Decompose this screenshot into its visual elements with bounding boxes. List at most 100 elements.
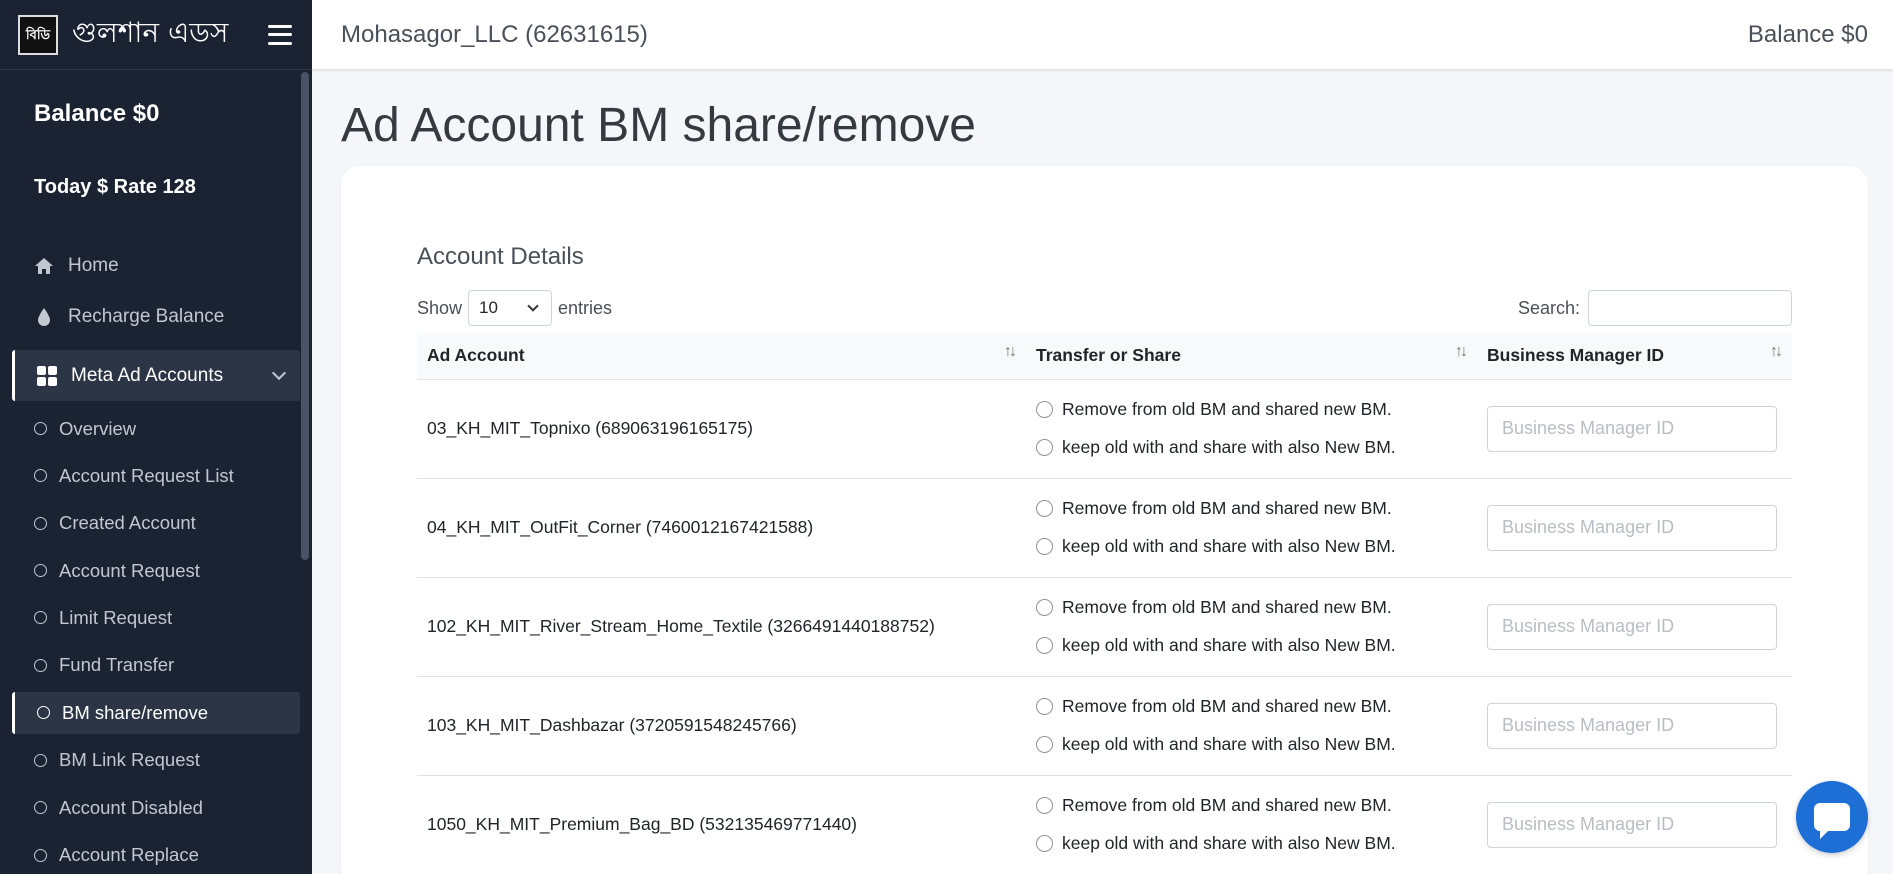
sidebar-item-account-request-list[interactable]: Account Request List — [0, 452, 312, 499]
bm-id-input[interactable] — [1487, 603, 1777, 650]
circle-icon — [34, 801, 47, 815]
sidebar-item-label: Account Disabled — [59, 796, 203, 818]
radio-button[interactable] — [1036, 637, 1053, 654]
radio-button[interactable] — [1036, 538, 1053, 555]
radio-button[interactable] — [1036, 401, 1053, 418]
sidebar-item-account-disabled[interactable]: Account Disabled — [0, 784, 312, 831]
sidebar-item-label: Recharge Balance — [68, 305, 225, 327]
sort-icon: ↑↓ — [1770, 343, 1783, 360]
sidebar-item-label: BM share/remove — [62, 701, 208, 723]
sidebar-balance: Balance $0 — [34, 100, 160, 127]
option-keep[interactable]: keep old with and share with also New BM… — [1036, 825, 1467, 863]
bm-id-input[interactable] — [1487, 702, 1777, 749]
account-name: Mohasagor_LLC (62631615) — [341, 20, 648, 48]
sidebar-item-meta-ad-accounts[interactable]: Meta Ad Accounts — [12, 350, 300, 401]
bm-id-cell — [1477, 379, 1792, 479]
transfer-cell: Remove from old BM and shared new BM. ke… — [1026, 775, 1477, 874]
option-keep[interactable]: keep old with and share with also New BM… — [1036, 528, 1467, 566]
brand-logo[interactable]: বিডি — [18, 14, 58, 55]
sidebar-nav: Home Recharge Balance Meta Ad Accounts — [0, 240, 312, 401]
chat-button[interactable] — [1796, 781, 1868, 853]
brand-bar: বিডি গুলশান এডস — [0, 0, 312, 70]
entries-value: 10 — [479, 298, 498, 317]
table-row: 04_KH_MIT_OutFit_Corner (746001216742158… — [417, 478, 1792, 578]
sidebar-item-label: Fund Transfer — [59, 654, 175, 676]
radio-button[interactable] — [1036, 439, 1053, 456]
search-input[interactable] — [1588, 290, 1792, 326]
option-label: keep old with and share with also New BM… — [1062, 833, 1396, 853]
sidebar-rate: Today $ Rate 128 — [34, 176, 196, 198]
circle-icon — [34, 848, 47, 862]
sidebar-item-recharge-balance[interactable]: Recharge Balance — [0, 291, 312, 342]
option-label: Remove from old BM and shared new BM. — [1062, 399, 1392, 419]
bm-id-cell — [1477, 775, 1792, 874]
option-remove[interactable]: Remove from old BM and shared new BM. — [1036, 490, 1467, 528]
sidebar-item-created-account[interactable]: Created Account — [0, 500, 312, 547]
sidebar-item-overview[interactable]: Overview — [0, 405, 312, 452]
option-remove[interactable]: Remove from old BM and shared new BM. — [1036, 688, 1467, 726]
table-row: 1050_KH_MIT_Premium_Bag_BD (532135469771… — [417, 775, 1792, 874]
search-label: Search: — [1517, 297, 1580, 318]
topbar: Mohasagor_LLC (62631615) Balance $0 — [312, 0, 1893, 70]
sidebar-item-label: Account Request List — [59, 464, 234, 486]
radio-button[interactable] — [1036, 835, 1053, 852]
sidebar-submenu: Overview Account Request List Created Ac… — [0, 405, 312, 874]
bm-id-input[interactable] — [1487, 801, 1777, 848]
sidebar-item-label: Overview — [59, 417, 137, 439]
chevron-down-icon — [271, 365, 287, 381]
circle-icon — [34, 611, 47, 625]
transfer-cell: Remove from old BM and shared new BM. ke… — [1026, 676, 1477, 776]
option-remove[interactable]: Remove from old BM and shared new BM. — [1036, 787, 1467, 825]
topbar-balance: Balance $0 — [1747, 20, 1868, 48]
option-keep[interactable]: keep old with and share with also New BM… — [1036, 627, 1467, 665]
column-header-business-manager-id[interactable]: Business Manager ID ↑↓ — [1477, 333, 1792, 380]
sidebar-item-bm-link-request[interactable]: BM Link Request — [0, 737, 312, 784]
sidebar-item-label: BM Link Request — [59, 749, 200, 771]
sort-icon: ↑↓ — [1455, 343, 1468, 360]
entries-select[interactable]: 10 — [468, 290, 553, 326]
brand-name[interactable]: গুলশান এডস — [72, 11, 268, 58]
sidebar-scrollbar[interactable] — [301, 72, 309, 560]
bm-id-cell — [1477, 478, 1792, 578]
column-header-transfer-or-share[interactable]: Transfer or Share ↑↓ — [1026, 333, 1477, 380]
radio-button[interactable] — [1036, 736, 1053, 753]
option-remove[interactable]: Remove from old BM and shared new BM. — [1036, 391, 1467, 429]
menu-toggle-icon[interactable] — [268, 24, 292, 45]
option-keep[interactable]: keep old with and share with also New BM… — [1036, 429, 1467, 467]
circle-icon — [34, 516, 47, 530]
bm-id-input[interactable] — [1487, 405, 1777, 452]
show-label: Show — [417, 297, 463, 318]
bm-id-cell — [1477, 676, 1792, 776]
transfer-cell: Remove from old BM and shared new BM. ke… — [1026, 577, 1477, 677]
ad-account-cell: 04_KH_MIT_OutFit_Corner (746001216742158… — [417, 478, 1026, 578]
circle-icon — [34, 422, 47, 436]
option-label: Remove from old BM and shared new BM. — [1062, 795, 1392, 815]
chat-icon — [1814, 803, 1850, 839]
accounts-table: Ad Account ↑↓ Transfer or Share ↑↓ Busines… — [417, 333, 1792, 874]
option-remove[interactable]: Remove from old BM and shared new BM. — [1036, 589, 1467, 627]
radio-button[interactable] — [1036, 797, 1053, 814]
sidebar-item-home[interactable]: Home — [0, 240, 312, 291]
option-label: Remove from old BM and shared new BM. — [1062, 597, 1392, 617]
sidebar-item-account-request[interactable]: Account Request — [0, 547, 312, 594]
account-details-card: Account Details Show 10 entries Search: … — [341, 166, 1868, 874]
sidebar-item-limit-request[interactable]: Limit Request — [0, 594, 312, 641]
sidebar-item-bm-share-remove[interactable]: BM share/remove — [12, 691, 300, 734]
column-header-ad-account[interactable]: Ad Account ↑↓ — [417, 333, 1026, 380]
entries-label: entries — [558, 297, 613, 318]
option-keep[interactable]: keep old with and share with also New BM… — [1036, 726, 1467, 764]
circle-icon — [34, 753, 47, 767]
column-label: Transfer or Share — [1036, 345, 1181, 366]
search-control: Search: — [1518, 290, 1792, 326]
bm-id-input[interactable] — [1487, 504, 1777, 551]
radio-button[interactable] — [1036, 698, 1053, 715]
chevron-down-icon — [527, 300, 539, 312]
sidebar-item-label: Account Request — [59, 559, 200, 581]
sidebar-item-account-replace[interactable]: Account Replace — [0, 831, 312, 874]
ad-account-cell: 1050_KH_MIT_Premium_Bag_BD (532135469771… — [417, 775, 1026, 874]
radio-button[interactable] — [1036, 500, 1053, 517]
table-row: 03_KH_MIT_Topnixo (689063196165175) Remo… — [417, 379, 1792, 479]
sidebar-item-fund-transfer[interactable]: Fund Transfer — [0, 641, 312, 688]
option-label: Remove from old BM and shared new BM. — [1062, 696, 1392, 716]
radio-button[interactable] — [1036, 599, 1053, 616]
